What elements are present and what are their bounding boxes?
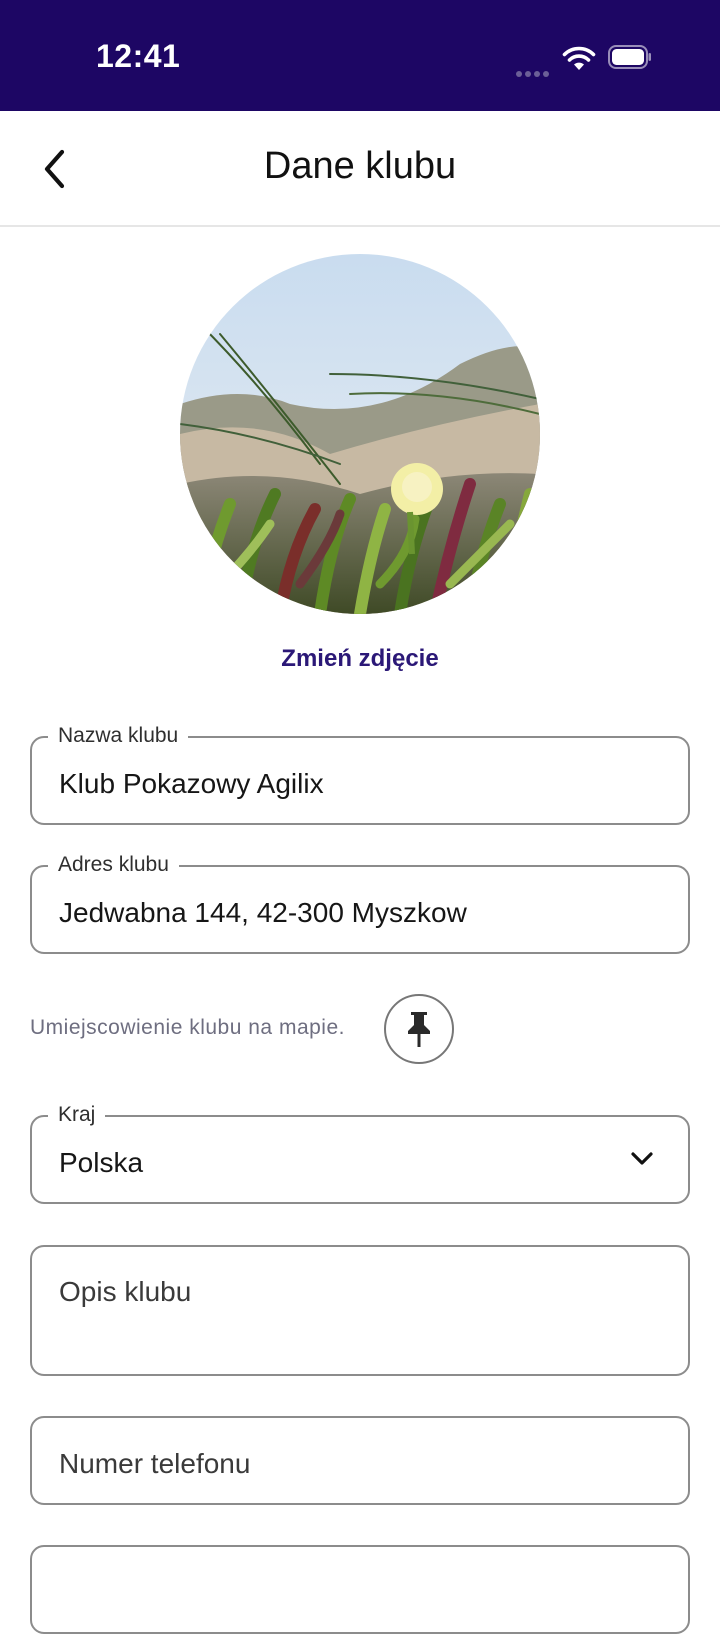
map-pin-button[interactable] bbox=[384, 994, 454, 1064]
cellular-signal-icon bbox=[516, 64, 552, 82]
next-field-partial[interactable] bbox=[30, 1545, 690, 1634]
club-address-field[interactable]: Adres klubu Jedwabna 144, 42-300 Myszkow bbox=[30, 853, 690, 954]
club-photo[interactable] bbox=[180, 254, 540, 614]
chevron-down-icon bbox=[631, 1152, 653, 1165]
country-select[interactable]: Kraj Polska bbox=[30, 1103, 690, 1204]
change-photo-button[interactable]: Zmień zdjęcie bbox=[0, 645, 720, 673]
club-name-label: Nazwa klubu bbox=[48, 724, 189, 748]
phone-number-field[interactable]: Numer telefonu bbox=[30, 1416, 690, 1505]
pin-icon bbox=[408, 1012, 430, 1047]
map-location-label: Umiejscowienie klubu na mapie. bbox=[30, 1016, 345, 1039]
status-time: 12:41 bbox=[96, 38, 181, 74]
club-address-label: Adres klubu bbox=[48, 853, 179, 877]
page-title: Dane klubu bbox=[263, 145, 457, 187]
phone-number-placeholder: Numer telefonu bbox=[59, 1448, 251, 1479]
country-label: Kraj bbox=[48, 1103, 106, 1127]
wifi-icon bbox=[562, 46, 596, 70]
app-bar: Dane klubu bbox=[0, 111, 720, 227]
status-bar: 12:41 bbox=[0, 0, 720, 111]
club-name-value: Klub Pokazowy Agilix bbox=[59, 768, 324, 799]
battery-icon bbox=[608, 45, 651, 69]
country-value: Polska bbox=[59, 1147, 144, 1178]
club-address-value: Jedwabna 144, 42-300 Myszkow bbox=[59, 897, 467, 928]
club-name-field[interactable]: Nazwa klubu Klub Pokazowy Agilix bbox=[30, 724, 690, 825]
club-description-placeholder: Opis klubu bbox=[59, 1276, 192, 1307]
club-description-field[interactable]: Opis klubu bbox=[30, 1245, 690, 1376]
